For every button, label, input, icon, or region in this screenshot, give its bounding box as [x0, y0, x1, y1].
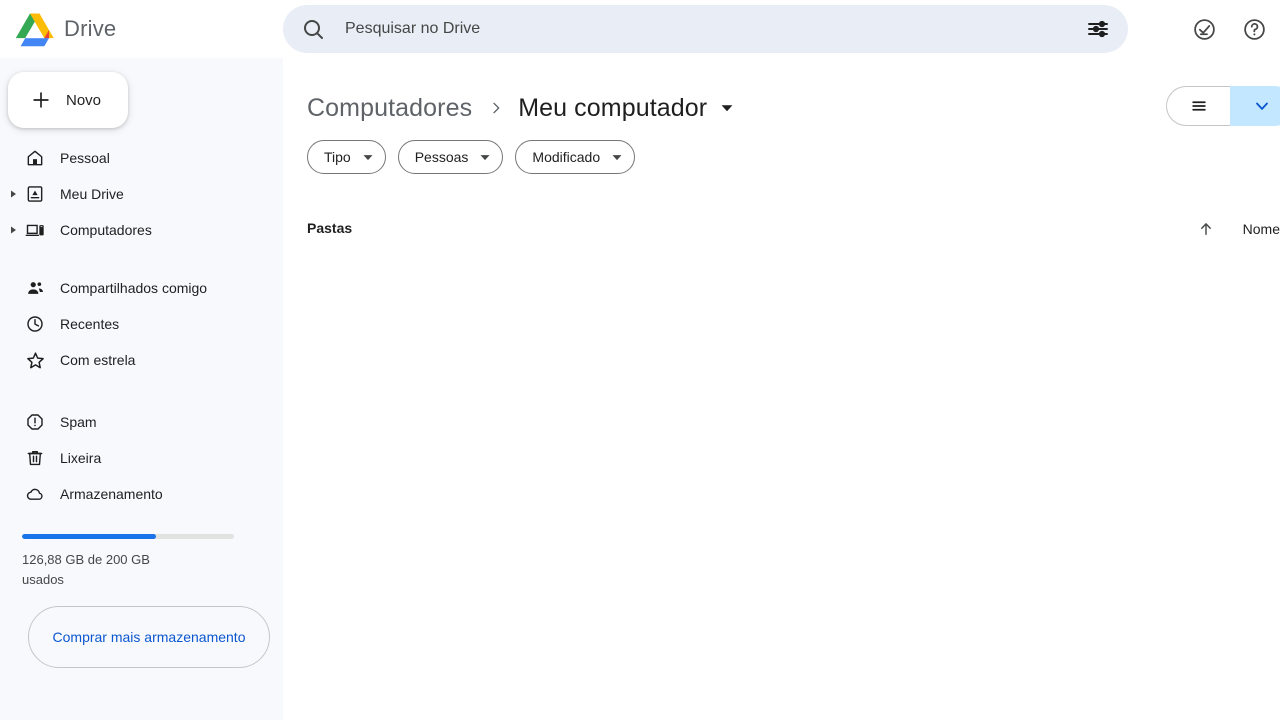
filter-chip-pessoas[interactable]: Pessoas [397, 140, 504, 174]
search-box[interactable] [283, 5, 1128, 53]
caret-down-icon [612, 154, 622, 161]
sidebar-item-label: Spam [60, 414, 97, 430]
sidebar-item-label: Armazenamento [60, 486, 163, 502]
sort-controls: Nome [1191, 214, 1280, 244]
brand-name: Drive [64, 16, 117, 41]
cloud-icon [22, 484, 48, 504]
chevron-right-icon [488, 100, 504, 116]
sidebar-item-label: Com estrela [60, 352, 136, 368]
sidebar-item-label: Recentes [60, 316, 120, 332]
filter-chip-label: Pessoas [414, 149, 469, 165]
arrow-up-icon[interactable] [1191, 214, 1221, 244]
main-content: Computadores Meu computador Tipo Pessoas… [283, 58, 1280, 720]
check-circle-icon[interactable] [1184, 9, 1224, 49]
brand-area[interactable]: Drive [0, 0, 283, 58]
sidebar-item-pessoal[interactable]: Pessoal [0, 140, 283, 176]
search-input[interactable] [337, 6, 1074, 52]
sidebar-item-label: Computadores [60, 222, 152, 238]
filter-chip-label: Tipo [324, 149, 351, 165]
new-button[interactable]: Novo [8, 72, 128, 128]
caret-down-icon [363, 154, 373, 161]
clock-icon [22, 314, 48, 334]
caret-down-icon[interactable] [721, 104, 733, 112]
home-icon [22, 148, 48, 168]
folder-grid-area [283, 250, 1280, 650]
storage-usage-text: 126,88 GB de 200 GB usados [22, 552, 150, 587]
tune-filter-icon[interactable] [1074, 5, 1122, 53]
sidebar-item-compartilhados-comigo[interactable]: Compartilhados comigo [0, 270, 283, 306]
sidebar-item-label: Pessoal [60, 150, 110, 166]
sort-column-nome[interactable]: Nome [1243, 221, 1280, 237]
filter-chip-tipo[interactable]: Tipo [307, 140, 386, 174]
people-icon [22, 278, 48, 298]
sidebar-item-meu-drive[interactable]: Meu Drive [0, 176, 283, 212]
top-bar: Drive [0, 0, 1280, 58]
search-icon[interactable] [289, 5, 337, 53]
section-title: Pastas [307, 220, 353, 236]
search-area [283, 5, 1128, 53]
caret-down-icon [480, 154, 490, 161]
sidebar-item-armazenamento[interactable]: Armazenamento [0, 476, 283, 512]
storage-progress-fill [22, 534, 156, 539]
filter-chip-row: Tipo Pessoas Modificado [283, 140, 1280, 174]
grid-view-icon[interactable] [1230, 86, 1280, 126]
expand-caret-icon[interactable] [4, 226, 22, 234]
drive-app-window: Drive Pesquisar no Drive Novo Pessoal Me… [0, 0, 1280, 720]
google-drive-logo-icon [14, 10, 56, 48]
breadcrumb-root[interactable]: Computadores [307, 94, 472, 123]
sidebar-item-com-estrela[interactable]: Com estrela [0, 342, 283, 378]
sidebar-group-shared: Compartilhados comigo Recentes Com estre… [0, 270, 283, 378]
sidebar-item-computadores[interactable]: Computadores [0, 212, 283, 248]
filter-chip-modificado[interactable]: Modificado [515, 140, 636, 174]
filter-chip-label: Modificado [532, 149, 601, 165]
plus-icon [30, 89, 52, 111]
storage-progress-bar [22, 534, 234, 539]
sidebar-item-label: Meu Drive [60, 186, 124, 202]
my-drive-icon [22, 184, 48, 204]
buy-storage-button[interactable]: Comprar mais armazenamento [28, 606, 270, 668]
trash-icon [22, 448, 48, 468]
star-icon [22, 350, 48, 371]
new-button-label: Novo [66, 91, 102, 109]
top-bar-actions [1184, 9, 1274, 49]
report-icon [22, 412, 48, 432]
sidebar-item-label: Compartilhados comigo [60, 280, 208, 296]
sidebar-item-lixeira[interactable]: Lixeira [0, 440, 283, 476]
sidebar: Novo Pessoal Meu Drive Computadores Comp… [0, 58, 283, 720]
sidebar-item-spam[interactable]: Spam [0, 404, 283, 440]
list-view-icon[interactable] [1166, 86, 1230, 126]
expand-caret-icon[interactable] [4, 190, 22, 198]
sidebar-item-label: Lixeira [60, 450, 102, 466]
storage-section: 126,88 GB de 200 GB usados [0, 534, 283, 590]
sidebar-group-primary: Pessoal Meu Drive Computadores [0, 140, 283, 248]
sidebar-group-system: Spam Lixeira Armazenamento [0, 404, 283, 512]
sidebar-item-recentes[interactable]: Recentes [0, 306, 283, 342]
breadcrumb-current[interactable]: Meu computador [518, 94, 707, 123]
computer-icon [22, 220, 48, 240]
view-toggle-group [1166, 86, 1280, 126]
breadcrumb: Computadores Meu computador [283, 80, 1280, 136]
folders-section-header: Pastas Nome [283, 216, 1280, 240]
help-circle-icon[interactable] [1234, 9, 1274, 49]
